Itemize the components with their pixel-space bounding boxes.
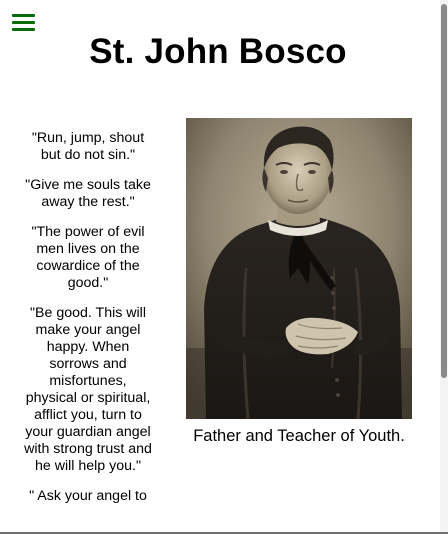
quote-text: " Ask your angel to	[29, 488, 147, 504]
menu-bar	[12, 14, 35, 17]
quote-text: "Be good. This will make your angel happ…	[24, 305, 152, 474]
quote-text: "Run, jump, shout but do not sin."	[31, 130, 145, 163]
menu-bar	[12, 21, 35, 24]
hamburger-menu-icon[interactable]	[12, 13, 35, 33]
page: St. John Bosco "Run, jump, shout but do …	[0, 0, 440, 534]
quote-text: "The power of evil men lives on the cowa…	[31, 224, 145, 291]
portrait-caption: Father and Teacher of Youth.	[193, 427, 405, 445]
portrait-photo	[186, 118, 412, 419]
page-title: St. John Bosco	[89, 32, 347, 71]
scrollbar-thumb[interactable]	[441, 4, 447, 378]
quote-text: "Give me souls take away the rest."	[25, 177, 151, 210]
menu-bar	[12, 28, 35, 31]
quotes-column: "Run, jump, shout but do not sin." "Give…	[24, 130, 152, 518]
vertical-scrollbar[interactable]	[440, 0, 448, 534]
